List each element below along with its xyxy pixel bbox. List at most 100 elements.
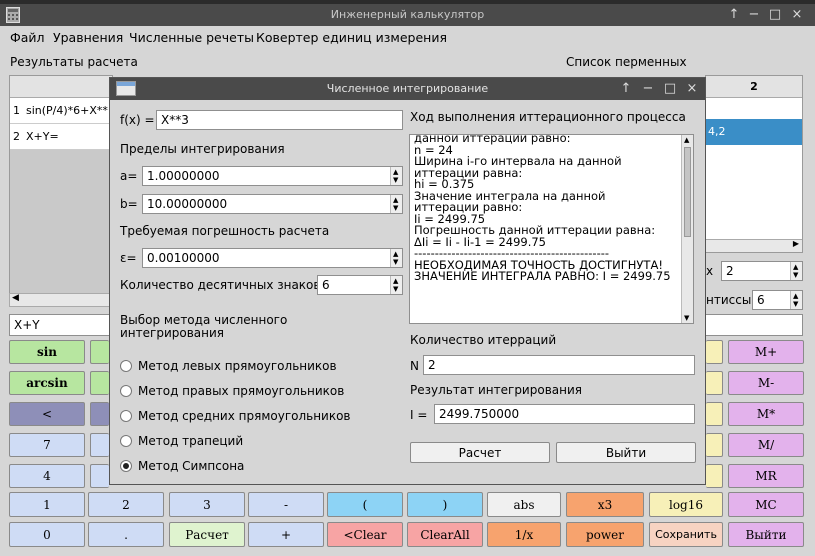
key-clear[interactable]: <Clear <box>327 522 403 547</box>
scroll-right-icon[interactable]: ▶ <box>793 239 799 248</box>
key-1[interactable]: 1 <box>9 492 85 517</box>
spin-arrows[interactable]: ▲ ▼ <box>790 291 802 309</box>
key-mr[interactable]: MR <box>728 464 804 488</box>
maximize-button[interactable]: □ <box>767 4 783 26</box>
key-mc[interactable]: MC <box>728 492 804 517</box>
key-3[interactable]: 3 <box>169 492 245 517</box>
radio-label: Метод левых прямоугольников <box>138 359 337 373</box>
key-x3[interactable]: x3 <box>566 492 644 517</box>
menu-file[interactable]: Файл <box>10 30 45 45</box>
vars-row-selected[interactable]: 4,2 <box>706 119 802 145</box>
key-m-mul[interactable]: M* <box>728 402 804 426</box>
radio-simpson[interactable]: Метод Симпсона <box>120 458 400 476</box>
pin-button[interactable]: ↑ <box>726 4 742 26</box>
key-minus[interactable]: - <box>248 492 324 517</box>
key-backspace[interactable]: < <box>9 402 85 426</box>
key-2[interactable]: 2 <box>88 492 164 517</box>
table-row[interactable]: 2 X+Y= <box>10 124 112 150</box>
expression-input[interactable]: X+Y <box>9 314 113 336</box>
dialog-title-bar: Численное интегрирование ↑ − □ × <box>110 78 705 100</box>
radio-button-selected[interactable] <box>120 460 132 472</box>
radio-left-rect[interactable]: Метод левых прямоугольников <box>120 358 400 376</box>
key-exit[interactable]: Выйти <box>728 522 804 547</box>
key-dot[interactable]: . <box>88 522 164 547</box>
key-close-paren[interactable]: ) <box>407 492 483 517</box>
spin2[interactable]: 6 ▲ ▼ <box>752 290 803 310</box>
digits-input[interactable]: 6 ▲ ▼ <box>317 275 403 295</box>
radio-trapezoid[interactable]: Метод трапеций <box>120 433 400 451</box>
key-7[interactable]: 7 <box>9 433 85 457</box>
table-row[interactable]: 1 sin(P/4)*6+X** <box>10 98 112 124</box>
key-calc[interactable]: Расчет <box>169 522 245 547</box>
b-input[interactable]: 10.00000000 ▲ ▼ <box>142 194 403 214</box>
spin-arrows[interactable]: ▲ ▼ <box>390 195 402 213</box>
i-output[interactable]: 2499.750000 <box>434 404 695 424</box>
spin-arrows[interactable]: ▲ ▼ <box>390 249 402 267</box>
spin-arrows[interactable]: ▲ ▼ <box>390 167 402 185</box>
key-4[interactable]: 4 <box>9 464 85 488</box>
spin1-value: 2 <box>726 264 734 278</box>
key-clear-all[interactable]: ClearAll <box>407 522 483 547</box>
key-hidden-yellow[interactable] <box>706 433 723 457</box>
key-save[interactable]: Сохранить <box>649 522 723 547</box>
scroll-left-icon[interactable]: ◀ <box>12 293 19 303</box>
menu-converter[interactable]: Ковертер единиц измерения <box>256 30 447 45</box>
radio-button[interactable] <box>120 385 132 397</box>
key-arcsin[interactable]: arcsin <box>9 371 85 395</box>
key-abs[interactable]: abs <box>487 492 561 517</box>
radio-right-rect[interactable]: Метод правых прямоугольников <box>120 383 400 401</box>
dialog-exit-button[interactable]: Выйти <box>556 442 696 463</box>
key-hidden-yellow[interactable] <box>706 402 723 426</box>
key-open-paren[interactable]: ( <box>327 492 403 517</box>
spin2-label: нтиссы <box>706 293 752 307</box>
key-sin-next[interactable] <box>90 340 109 364</box>
right-input[interactable] <box>705 314 803 336</box>
key-plus[interactable]: + <box>248 522 324 547</box>
spin-arrows[interactable]: ▲ ▼ <box>390 276 402 294</box>
dialog-calc-button[interactable]: Расчет <box>410 442 550 463</box>
key-reciprocal[interactable]: 1/x <box>487 522 561 547</box>
spin1[interactable]: 2 ▲ ▼ <box>721 261 803 281</box>
a-input[interactable]: 1.00000000 ▲ ▼ <box>142 166 403 186</box>
results-hscroll[interactable]: ◀ <box>9 293 113 307</box>
radio-button[interactable] <box>120 410 132 422</box>
menu-equations[interactable]: Уравнения <box>53 30 123 45</box>
key-8[interactable] <box>90 433 109 457</box>
minimize-button[interactable]: − <box>746 4 762 26</box>
scroll-down-icon[interactable]: ▼ <box>684 314 689 322</box>
dialog-close-button[interactable]: × <box>684 78 700 100</box>
scroll-up-icon[interactable]: ▲ <box>684 136 689 144</box>
key-m-plus[interactable]: M+ <box>728 340 804 364</box>
key-hidden-yellow[interactable] <box>706 340 723 364</box>
close-button[interactable]: × <box>789 4 805 26</box>
scroll-thumb[interactable] <box>684 147 691 237</box>
key-5[interactable] <box>90 464 109 488</box>
iteration-log[interactable]: данной иттерации равно: n = 24 Ширина i-г… <box>409 134 694 324</box>
log-scrollbar[interactable]: ▲ ▼ <box>681 135 693 323</box>
spin-arrows[interactable]: ▲ ▼ <box>790 262 802 280</box>
dialog-maximize-button[interactable]: □ <box>662 78 678 100</box>
menu-numeric[interactable]: Численные речеты <box>129 30 254 45</box>
key-arcsin-next[interactable] <box>90 371 109 395</box>
n-input[interactable]: 2 <box>423 355 695 375</box>
key-log16[interactable]: log16 <box>649 492 723 517</box>
radio-button[interactable] <box>120 435 132 447</box>
row-number: 2 <box>13 130 20 143</box>
radio-mid-rect[interactable]: Метод средних прямоугольников <box>120 408 400 426</box>
fx-input[interactable]: X**3 <box>156 110 403 130</box>
key-m-minus[interactable]: M- <box>728 371 804 395</box>
key-hidden-yellow[interactable] <box>706 371 723 395</box>
key-sin[interactable]: sin <box>9 340 85 364</box>
vars-hscroll[interactable]: ▶ <box>706 239 802 252</box>
key-backspace-next[interactable] <box>90 402 109 426</box>
key-0[interactable]: 0 <box>9 522 85 547</box>
radio-button[interactable] <box>120 360 132 372</box>
dialog-minimize-button[interactable]: − <box>640 78 656 100</box>
key-hidden-yellow[interactable] <box>706 464 723 488</box>
results-table: 1 sin(P/4)*6+X** 2 X+Y= <box>9 75 113 297</box>
dialog-pin-button[interactable]: ↑ <box>618 78 634 100</box>
key-m-div[interactable]: M/ <box>728 433 804 457</box>
eps-input[interactable]: 0.00100000 ▲ ▼ <box>142 248 403 268</box>
vars-label: Список перменных <box>566 55 687 69</box>
key-power[interactable]: power <box>566 522 644 547</box>
